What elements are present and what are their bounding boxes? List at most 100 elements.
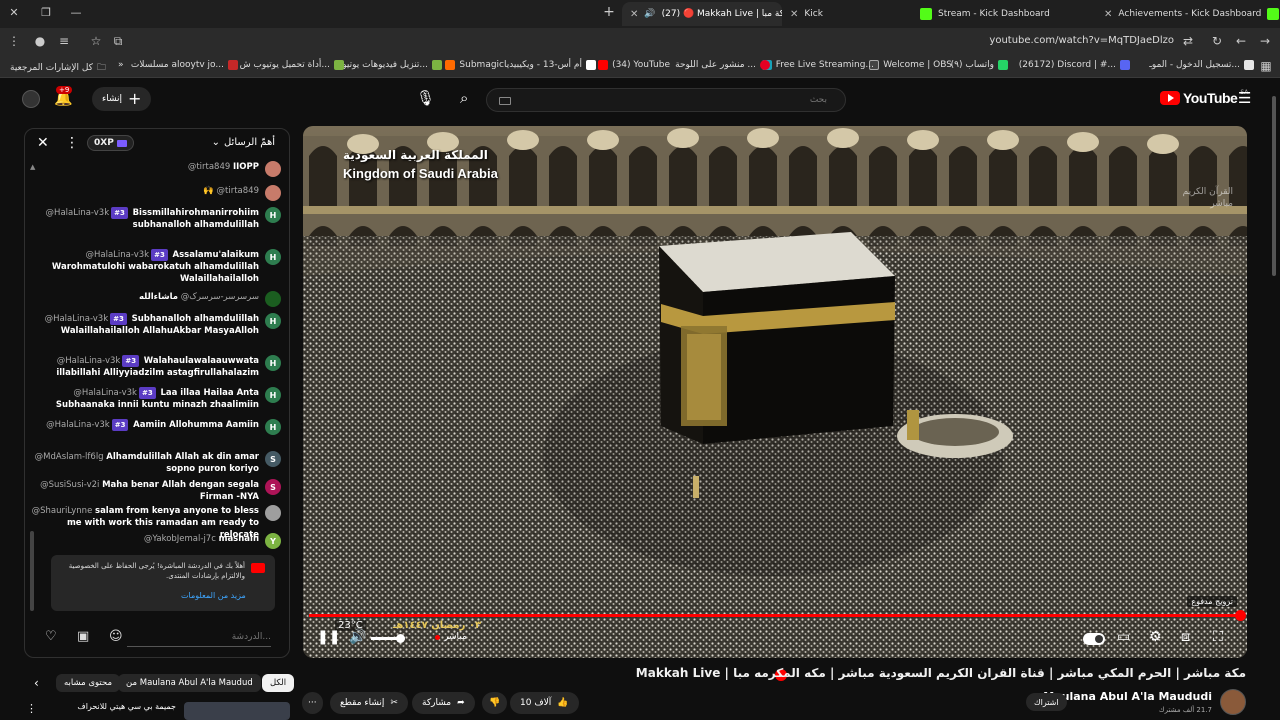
keyboard-icon[interactable] — [499, 97, 511, 105]
more-actions-button[interactable]: ··· — [302, 692, 323, 714]
tab-kick[interactable]: ✕ Kick — [782, 2, 912, 26]
miniplayer-icon[interactable]: ⧈ — [1181, 629, 1190, 645]
clip-button[interactable]: إنشاء مقطع ✂ — [330, 692, 408, 714]
paid-promotion-label[interactable]: ترويج مدفوع — [1187, 596, 1237, 607]
xp-badge[interactable]: 0XP — [87, 135, 134, 151]
bookmark-item[interactable]: أداة تحميل يوتيوب ش... — [240, 60, 344, 70]
pause-icon[interactable]: ❚❚ — [317, 629, 340, 645]
page-scroll-thumb[interactable] — [1272, 96, 1276, 276]
chip-from-channel[interactable]: من Maulana Abul A'la Maudud — [118, 674, 261, 692]
all-bookmarks-folder[interactable]: كل الإشارات المرجعية 🗀 — [10, 60, 106, 76]
tab-makkah-live[interactable]: ✕ 🔊 (27) 🔴 Makkah Live | مكة مبا — [622, 2, 782, 26]
chat-message[interactable]: @tirta849 IIOPP — [29, 161, 281, 177]
chat-mode-selector[interactable]: ⌄ أهمّ الرسائل — [212, 137, 275, 148]
progress-bar[interactable] — [309, 610, 1246, 621]
channel-name[interactable]: Maulana Abul A'la Maududi — [1043, 690, 1212, 703]
chat-author-avatar[interactable] — [265, 161, 281, 177]
chat-author-avatar[interactable] — [265, 185, 281, 201]
volume-slider[interactable] — [371, 634, 405, 643]
chat-author-avatar[interactable] — [265, 291, 281, 307]
chat-message[interactable]: H @HalaLina-v3k #3 Laa illaa Hailaa Anta S… — [29, 387, 281, 411]
chat-author-avatar[interactable]: H — [265, 207, 281, 223]
customize-icon[interactable]: ≡ — [56, 34, 72, 48]
install-app-icon[interactable]: ⧉ — [110, 34, 126, 49]
search-box[interactable] — [486, 88, 846, 112]
back-icon[interactable]: → — [1257, 34, 1273, 48]
bookmark-item[interactable]: أم أس-13 - ويكيبيديا — [504, 60, 596, 70]
chat-author-name[interactable]: @YakobJemal-j7c — [144, 534, 216, 544]
chat-author-name[interactable]: @MdAslam-lf6lg — [35, 452, 104, 462]
chat-author-name[interactable]: @HalaLina-v3k — [57, 356, 121, 366]
chat-author-name[interactable]: @tirta849 — [188, 162, 230, 172]
channel-avatar[interactable] — [1220, 689, 1246, 715]
chat-message[interactable]: H @HalaLina-v3k #3 Assalamu'alaikum Warohm… — [29, 249, 281, 285]
search-icon[interactable]: ⌕ — [460, 89, 468, 107]
chat-author-avatar[interactable]: H — [265, 419, 281, 435]
scrubber-handle[interactable] — [1235, 610, 1246, 621]
chat-author-avatar[interactable]: H — [265, 387, 281, 403]
chat-message[interactable]: S @SusiSusi-v2i Maha benar Allah dengan s… — [29, 479, 281, 503]
subtitles-icon[interactable]: ▭ — [1117, 629, 1130, 645]
bookmark-item[interactable]: تنزيل فيديوهات يوتيو... — [342, 60, 442, 70]
chip-related[interactable]: محتوى مشابه — [56, 674, 120, 692]
chat-author-name[interactable]: @HalaLina-v3k — [73, 388, 137, 398]
bookmark-item[interactable]: (26172) Discord | #... — [1019, 60, 1130, 70]
bookmark-item[interactable]: Submagic — [445, 60, 504, 70]
chat-message[interactable]: @tirta849 🙌 — [29, 185, 281, 201]
profile-icon[interactable]: ● — [32, 34, 48, 48]
account-avatar[interactable] — [22, 90, 40, 108]
chat-author-avatar[interactable] — [265, 505, 281, 521]
chat-message-input[interactable] — [127, 627, 271, 647]
chat-author-avatar[interactable]: H — [265, 355, 281, 371]
emoji-icon[interactable]: ☺ — [109, 629, 123, 644]
site-settings-icon[interactable]: ⇄ — [1180, 34, 1196, 48]
bookmark-item[interactable]: (34) YouTube — [598, 60, 670, 70]
close-tab-icon[interactable]: ✕ — [630, 9, 638, 20]
menu-dots-icon[interactable]: ⋮ — [6, 34, 22, 48]
chat-author-avatar[interactable]: Y — [265, 533, 281, 549]
youtube-logo[interactable]: YouTube SA — [1160, 89, 1248, 106]
bookmark-item[interactable]: تسجيل الدخول - الموـ... — [1149, 60, 1254, 70]
minimize-window-icon[interactable]: — — [68, 6, 84, 19]
subscribe-button[interactable]: اشتراك — [1026, 693, 1067, 711]
chat-message[interactable]: H @HalaLina-v3k #3 Bissmillahirohmanirrohi… — [29, 207, 281, 231]
reload-icon[interactable]: ↻ — [1209, 34, 1225, 48]
more-options-icon[interactable]: ⋮ — [65, 135, 79, 151]
volume-icon[interactable]: 🔊 — [349, 629, 366, 645]
tab-stream-kick-dashboard[interactable]: Stream - Kick Dashboard — [912, 2, 1096, 26]
bookmark-item[interactable]: (٩) واتساب — [951, 60, 1008, 70]
more-options-icon[interactable]: ⋮ — [26, 702, 37, 715]
page-scrollbar[interactable] — [1270, 84, 1278, 720]
chat-message[interactable]: H @HalaLina-v3k #3 Walahaulawalaauwwata il… — [29, 355, 281, 379]
chat-message[interactable]: @سرسرسر-سرسرک ماشاءالله — [29, 291, 281, 307]
chat-author-avatar[interactable]: S — [265, 479, 281, 495]
create-button[interactable]: إنشاء + — [92, 87, 152, 111]
microphone-icon[interactable]: 🎙 — [416, 89, 435, 107]
search-input[interactable] — [487, 89, 845, 111]
settings-gear-icon[interactable]: ⚙ — [1149, 629, 1162, 645]
chat-author-avatar[interactable]: H — [265, 249, 281, 265]
hamburger-menu-icon[interactable]: ☰ — [1238, 89, 1251, 107]
apps-grid-icon[interactable]: ▦ — [1258, 59, 1274, 73]
bookmark-item[interactable]: Welcome | OBS — [869, 60, 952, 70]
learn-more-link[interactable]: مزيد من المعلومات — [181, 591, 246, 600]
chip-all[interactable]: الكل — [262, 674, 295, 692]
related-video-thumbnail[interactable] — [184, 702, 290, 720]
bookmark-item[interactable]: Free Live Streaming... — [761, 60, 874, 70]
close-icon[interactable]: ✕ — [37, 135, 49, 151]
restore-window-icon[interactable]: ❐ — [38, 6, 54, 19]
chat-author-avatar[interactable]: H — [265, 313, 281, 329]
chat-author-name[interactable]: @ShauriLynne — [32, 506, 93, 516]
chat-author-name[interactable]: @HalaLina-v3k — [86, 250, 150, 260]
chat-author-name[interactable]: @HalaLina-v3k — [46, 208, 110, 218]
like-button[interactable]: 10 آلاف 👍 — [510, 692, 579, 714]
chat-message[interactable]: S @MdAslam-lf6lg Alhamdulillah Allah ak d… — [29, 451, 281, 475]
chat-message[interactable]: H @HalaLina-v3k #3 Subhanalloh alhamdulill… — [29, 313, 281, 337]
heart-icon[interactable]: ♡ — [45, 629, 57, 644]
chevron-left-icon[interactable]: ‹ — [34, 676, 39, 690]
close-tab-icon[interactable]: ✕ — [790, 9, 798, 20]
bookmark-item[interactable]: منشور على اللوحة ... — [675, 60, 770, 70]
notifications-button[interactable]: 🔔 +9 — [54, 86, 73, 107]
dislike-button[interactable]: 👎 — [482, 692, 508, 714]
chat-message[interactable]: Y @YakobJemal-j7c mashalh — [29, 533, 281, 549]
